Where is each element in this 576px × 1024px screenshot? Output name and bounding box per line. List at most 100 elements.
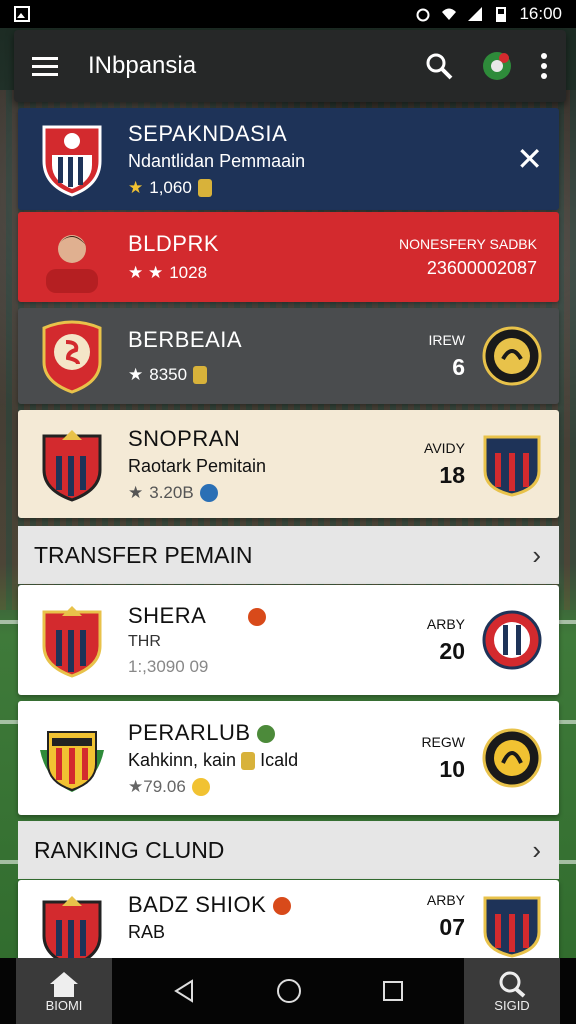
match-value: 07	[439, 914, 465, 940]
nav-search-label: SIGID	[494, 997, 530, 1013]
subtitle-tail: Icald	[260, 749, 299, 770]
coin-icon	[191, 777, 210, 796]
club-name-text: BADZ SHIOK	[128, 892, 267, 917]
transfer-label: NONESFERY SADBK	[399, 235, 537, 252]
match-value: 20	[439, 637, 465, 664]
menu-icon[interactable]	[32, 52, 58, 81]
transfer-item[interactable]: SHERA THR 1:,3090 09 ARBY 20	[18, 585, 559, 695]
search-icon[interactable]	[424, 51, 454, 81]
club-crest-icon	[40, 731, 104, 792]
badge-icon	[257, 724, 276, 743]
badge-icon	[247, 608, 266, 627]
match-label: ARBY	[426, 615, 465, 632]
chevron-right-icon[interactable]: ›	[532, 835, 541, 866]
home-circle-icon[interactable]	[276, 978, 302, 1004]
chevron-right-icon[interactable]: ›	[532, 540, 541, 571]
club-name: SNOPRAN	[128, 425, 241, 451]
club-card[interactable]: SEPAKNDASIA Ndantlidan Pemmaain ★ 1,060 …	[18, 108, 559, 210]
stat-value: 1,060	[149, 177, 192, 197]
search-icon	[499, 971, 526, 998]
match-value: 6	[452, 353, 465, 380]
verified-icon	[199, 483, 218, 502]
transfer-section-header[interactable]: TRANSFER PEMAIN ›	[18, 526, 559, 584]
star-icon: ★ ★	[128, 263, 164, 282]
opponent-crest-icon	[482, 326, 542, 386]
star-icon: ★	[128, 482, 144, 502]
more-options-icon[interactable]	[540, 52, 548, 80]
ranking-section-header[interactable]: RANKING CLUND ›	[18, 821, 559, 879]
subtitle-text: Kahkinn, kain	[128, 749, 237, 770]
club-stat: ★ 8350	[128, 365, 428, 385]
club-name: SHERA	[128, 603, 427, 629]
match-value: 10	[439, 755, 465, 782]
app-bar: INbpansia	[14, 30, 566, 102]
stat-value: ★79.06	[128, 776, 186, 796]
app-title: INbpansia	[88, 52, 197, 79]
club-subtitle: Kahkinn, kain Icald	[128, 750, 421, 771]
wifi-icon	[442, 8, 457, 20]
status-bar: 16:00	[0, 0, 576, 28]
club-crest-icon	[42, 320, 102, 394]
club-name: BADZ SHIOK	[128, 892, 427, 918]
match-value: 18	[439, 461, 465, 488]
club-name-text: SHERA	[128, 603, 206, 628]
club-stat: ★79.06	[128, 777, 421, 797]
club-crest-icon	[42, 896, 102, 968]
close-icon[interactable]: ✕	[516, 140, 543, 178]
club-name: PERARLUB	[128, 720, 421, 746]
gallery-icon	[14, 6, 30, 22]
opponent-crest-icon	[483, 896, 541, 958]
stat-value: 8350	[149, 365, 188, 384]
player-card[interactable]: BLDPRK ★ ★ 1028 NONESFERY SADBK 23600002…	[18, 212, 559, 302]
nav-home[interactable]: BIOMI	[16, 958, 112, 1024]
section-title: TRANSFER PEMAIN	[34, 541, 253, 568]
bottom-nav: BIOMI SIGID	[0, 958, 576, 1024]
match-label: AVIDY	[424, 439, 465, 456]
club-subtitle: RAB	[128, 922, 166, 942]
signal-icon	[468, 7, 483, 21]
club-card[interactable]: SNOPRAN Raotark Pemitain ★ 3.20B AVIDY 1…	[18, 410, 559, 518]
club-name: BERBEAIA	[128, 327, 243, 352]
transfer-item[interactable]: PERARLUB Kahkinn, kain Icald ★79.06 REGW…	[18, 701, 559, 815]
club-crest-icon	[42, 606, 102, 678]
club-subtitle: Ndantlidan Pemmaain	[128, 150, 306, 171]
badge-icon	[272, 897, 291, 916]
match-label: ARBY	[426, 892, 465, 908]
back-icon[interactable]	[172, 979, 196, 1003]
club-name: SEPAKNDASIA	[128, 120, 288, 146]
nav-home-label: BIOMI	[45, 997, 83, 1013]
star-icon: ★	[128, 177, 144, 197]
content-list: SEPAKNDASIA Ndantlidan Pemmaain ★ 1,060 …	[18, 108, 559, 974]
coin-icon	[197, 178, 212, 197]
player-stat: ★ ★ 1028	[128, 263, 399, 283]
club-stat: ★ 1,060	[128, 178, 516, 198]
club-subtitle: THR	[128, 633, 161, 650]
recents-icon[interactable]	[382, 980, 404, 1002]
profile-icon[interactable]	[480, 49, 514, 83]
player-name: BLDPRK	[128, 231, 220, 256]
match-label: IREW	[428, 331, 465, 348]
transfer-value: 23600002087	[426, 257, 537, 278]
home-icon	[50, 971, 78, 997]
star-icon: ★	[128, 365, 144, 384]
opponent-crest-icon	[482, 728, 542, 788]
coin-icon	[241, 751, 256, 770]
club-stat: 1:,3090 09	[128, 657, 209, 676]
club-crest-icon	[42, 125, 102, 197]
stat-value: 3.20B	[149, 482, 194, 502]
club-stat: ★ 3.20B	[128, 483, 424, 503]
nav-search[interactable]: SIGID	[464, 958, 560, 1024]
stat-value: 1028	[169, 263, 208, 282]
alarm-icon	[416, 8, 430, 22]
club-subtitle: Raotark Pemitain	[128, 455, 267, 476]
club-card[interactable]: BERBEAIA ★ 8350 IREW 6	[18, 308, 559, 404]
opponent-crest-icon	[482, 610, 542, 670]
system-nav	[172, 978, 404, 1004]
section-title: RANKING CLUND	[34, 836, 225, 863]
match-label: REGW	[421, 733, 465, 750]
player-avatar	[46, 235, 98, 293]
trophy-icon	[193, 366, 208, 384]
status-time: 16:00	[519, 4, 562, 23]
club-name-text: PERARLUB	[128, 719, 251, 745]
club-crest-icon	[42, 430, 102, 502]
